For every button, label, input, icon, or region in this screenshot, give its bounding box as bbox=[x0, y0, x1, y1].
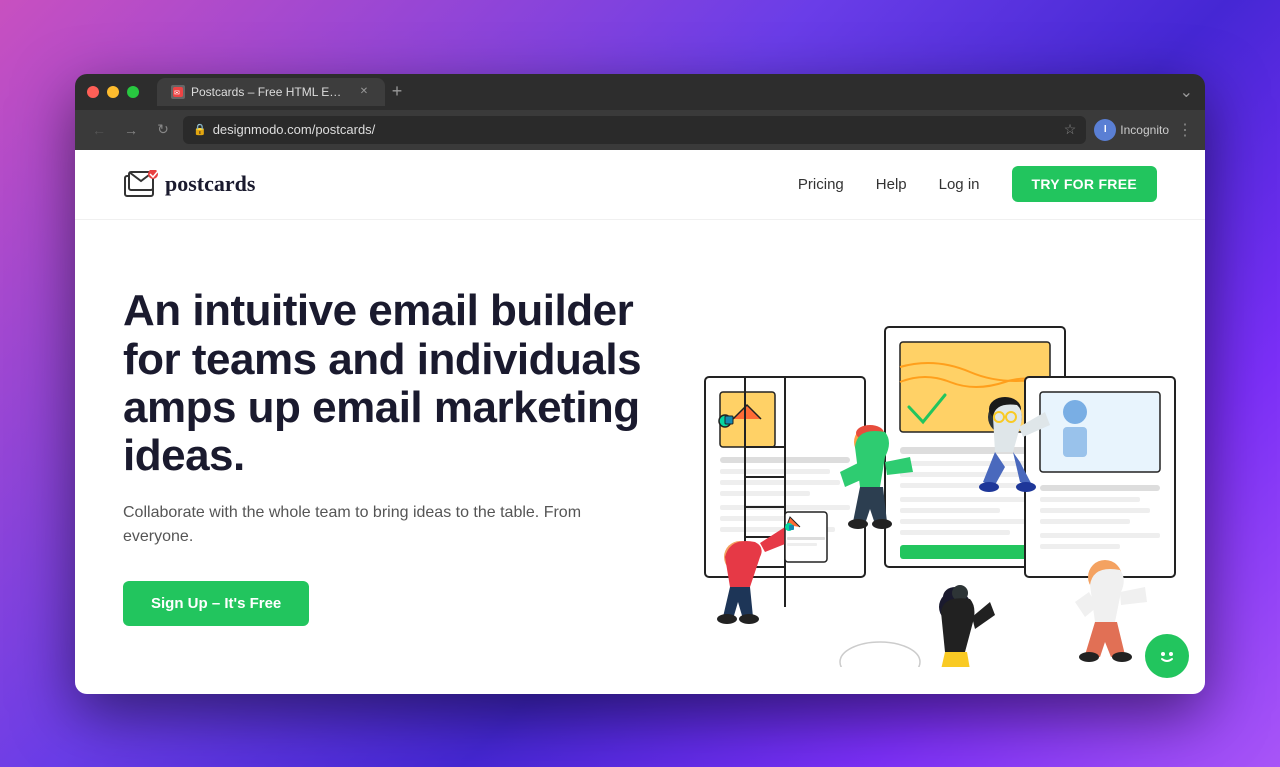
back-button[interactable]: ← bbox=[87, 118, 111, 142]
hero-subtitle: Collaborate with the whole team to bring… bbox=[123, 501, 643, 549]
website-content: postcards Pricing Help Log in TRY FOR FR… bbox=[75, 150, 1205, 694]
browser-window: ✉ Postcards – Free HTML Email T... ✕ + ⌄… bbox=[75, 74, 1205, 694]
profile-name: Incognito bbox=[1120, 123, 1169, 137]
close-button[interactable] bbox=[87, 86, 99, 98]
hero-illustration bbox=[625, 220, 1205, 694]
tab-close-icon[interactable]: ✕ bbox=[357, 85, 371, 99]
intercom-button[interactable] bbox=[1145, 634, 1189, 678]
tab-title: Postcards – Free HTML Email T... bbox=[191, 85, 351, 99]
hero-title: An intuitive email builder for teams and… bbox=[123, 287, 643, 481]
nav-login[interactable]: Log in bbox=[939, 176, 980, 193]
hero-svg bbox=[645, 247, 1185, 667]
reload-button[interactable]: ↻ bbox=[151, 118, 175, 142]
svg-text:✉: ✉ bbox=[174, 90, 180, 97]
bookmark-icon[interactable]: ☆ bbox=[1064, 121, 1077, 138]
nav-pricing[interactable]: Pricing bbox=[798, 176, 844, 193]
logo-svg bbox=[123, 170, 159, 198]
hero-cta-button[interactable]: Sign Up – It's Free bbox=[123, 581, 309, 626]
ssl-lock-icon: 🔒 bbox=[193, 123, 207, 136]
active-tab[interactable]: ✉ Postcards – Free HTML Email T... ✕ bbox=[157, 78, 385, 106]
minimize-button[interactable] bbox=[107, 86, 119, 98]
tab-overflow-button[interactable]: ⌄ bbox=[1180, 82, 1193, 102]
profile-area: I Incognito bbox=[1094, 119, 1169, 141]
profile-icon: I bbox=[1094, 119, 1116, 141]
maximize-button[interactable] bbox=[127, 86, 139, 98]
tab-bar: ✉ Postcards – Free HTML Email T... ✕ + ⌄ bbox=[157, 78, 1193, 106]
tab-favicon: ✉ bbox=[171, 85, 185, 99]
titlebar: ✉ Postcards – Free HTML Email T... ✕ + ⌄ bbox=[75, 74, 1205, 110]
addressbar: ← → ↻ 🔒 designmodo.com/postcards/ ☆ I In… bbox=[75, 110, 1205, 150]
traffic-lights bbox=[87, 86, 139, 98]
logo-text: postcards bbox=[165, 171, 255, 197]
url-bar[interactable]: 🔒 designmodo.com/postcards/ ☆ bbox=[183, 116, 1086, 144]
hero-section: An intuitive email builder for teams and… bbox=[75, 220, 1205, 694]
hero-text: An intuitive email builder for teams and… bbox=[123, 287, 643, 626]
nav-cta-button[interactable]: TRY FOR FREE bbox=[1012, 166, 1158, 202]
nav-help[interactable]: Help bbox=[876, 176, 907, 193]
intercom-icon bbox=[1155, 644, 1179, 668]
site-logo[interactable]: postcards bbox=[123, 170, 255, 198]
nav-links: Pricing Help Log in TRY FOR FREE bbox=[798, 166, 1157, 202]
forward-button[interactable]: → bbox=[119, 118, 143, 142]
new-tab-button[interactable]: + bbox=[385, 80, 409, 104]
site-nav: postcards Pricing Help Log in TRY FOR FR… bbox=[75, 150, 1205, 220]
more-options-button[interactable]: ⋮ bbox=[1177, 120, 1193, 140]
url-text: designmodo.com/postcards/ bbox=[213, 122, 376, 137]
